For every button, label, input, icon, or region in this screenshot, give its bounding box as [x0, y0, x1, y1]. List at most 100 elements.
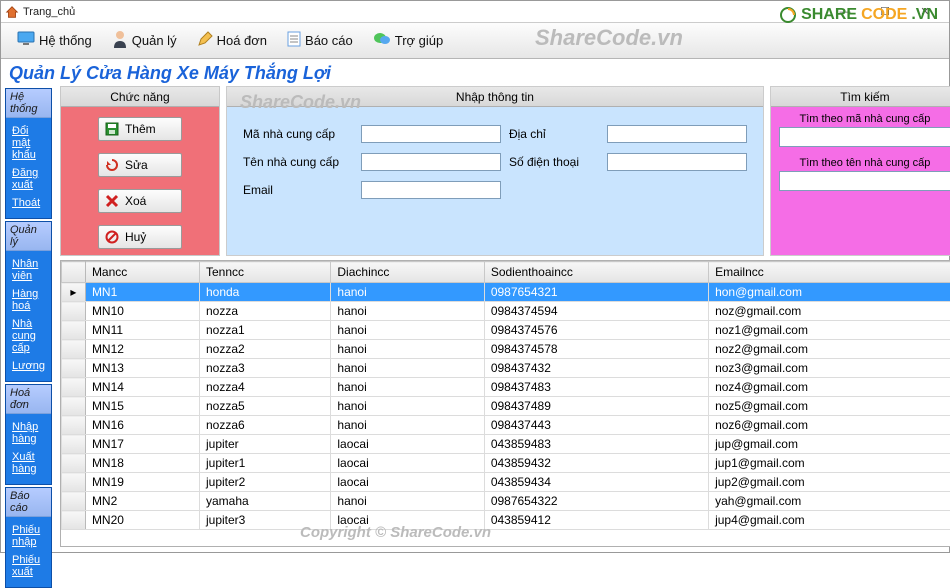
- column-header[interactable]: Mancc: [85, 262, 199, 283]
- cell[interactable]: laocai: [331, 511, 484, 530]
- cell[interactable]: MN18: [85, 454, 199, 473]
- sidebar-link[interactable]: Nhân viên: [12, 255, 45, 285]
- cell[interactable]: nozza5: [199, 397, 330, 416]
- sidebar-link[interactable]: Nhà cung cấp: [12, 315, 45, 357]
- input-diachi[interactable]: [607, 125, 747, 143]
- cell[interactable]: hanoi: [331, 378, 484, 397]
- sidebar-link[interactable]: Thoát: [12, 194, 45, 212]
- cell[interactable]: nozza4: [199, 378, 330, 397]
- thêm-button[interactable]: Thêm: [98, 117, 182, 141]
- row-header[interactable]: [61, 397, 85, 416]
- cell[interactable]: MN17: [85, 435, 199, 454]
- input-sdt[interactable]: [607, 153, 747, 171]
- cell[interactable]: 0984374578: [484, 340, 708, 359]
- cell[interactable]: hanoi: [331, 397, 484, 416]
- cell[interactable]: hanoi: [331, 283, 484, 302]
- cell[interactable]: jupiter: [199, 435, 330, 454]
- cell[interactable]: 098437489: [484, 397, 708, 416]
- cell[interactable]: hanoi: [331, 340, 484, 359]
- row-header[interactable]: [61, 378, 85, 397]
- cell[interactable]: jup2@gmail.com: [709, 473, 950, 492]
- sidebar-link[interactable]: Phiếu nhập: [12, 521, 45, 551]
- cell[interactable]: MN16: [85, 416, 199, 435]
- menu-hethong[interactable]: Hệ thống: [7, 28, 102, 53]
- cell[interactable]: 098437432: [484, 359, 708, 378]
- cell[interactable]: laocai: [331, 454, 484, 473]
- cell[interactable]: 0984374594: [484, 302, 708, 321]
- menu-baocao[interactable]: Báo cáo: [277, 28, 363, 53]
- cell[interactable]: MN11: [85, 321, 199, 340]
- cell[interactable]: 098437483: [484, 378, 708, 397]
- table-row[interactable]: ▸MN1hondahanoi0987654321hon@gmail.com: [61, 283, 950, 302]
- row-header[interactable]: [61, 492, 85, 511]
- table-row[interactable]: MN18jupiter1laocai043859432jup1@gmail.co…: [61, 454, 950, 473]
- table-row[interactable]: MN11nozza1hanoi0984374576noz1@gmail.com: [61, 321, 950, 340]
- cell[interactable]: laocai: [331, 435, 484, 454]
- column-header[interactable]: Sodienthoaincc: [484, 262, 708, 283]
- cell[interactable]: jupiter2: [199, 473, 330, 492]
- cell[interactable]: yah@gmail.com: [709, 492, 950, 511]
- cell[interactable]: nozza6: [199, 416, 330, 435]
- sidebar-link[interactable]: Hàng hoá: [12, 285, 45, 315]
- input-tenncc[interactable]: [361, 153, 501, 171]
- cell[interactable]: nozza2: [199, 340, 330, 359]
- sidebar-link[interactable]: Lương: [12, 357, 45, 375]
- menu-quanly[interactable]: Quản lý: [102, 27, 187, 54]
- row-header[interactable]: [61, 435, 85, 454]
- cell[interactable]: yamaha: [199, 492, 330, 511]
- column-header[interactable]: Emailncc: [709, 262, 950, 283]
- cell[interactable]: nozza: [199, 302, 330, 321]
- cell[interactable]: 098437443: [484, 416, 708, 435]
- row-header[interactable]: [61, 511, 85, 530]
- cell[interactable]: jup4@gmail.com: [709, 511, 950, 530]
- cell[interactable]: MN1: [85, 283, 199, 302]
- table-row[interactable]: MN14nozza4hanoi098437483noz4@gmail.com: [61, 378, 950, 397]
- column-header[interactable]: Diachincc: [331, 262, 484, 283]
- row-header[interactable]: [61, 321, 85, 340]
- input-mancc[interactable]: [361, 125, 501, 143]
- row-header[interactable]: [61, 340, 85, 359]
- cell[interactable]: noz1@gmail.com: [709, 321, 950, 340]
- cell[interactable]: nozza3: [199, 359, 330, 378]
- menu-trogiup[interactable]: Trợ giúp: [363, 28, 454, 53]
- table-row[interactable]: MN19jupiter2laocai043859434jup2@gmail.co…: [61, 473, 950, 492]
- cell[interactable]: jupiter1: [199, 454, 330, 473]
- xoá-button[interactable]: Xoá: [98, 189, 182, 213]
- table-row[interactable]: MN20jupiter3laocai043859412jup4@gmail.co…: [61, 511, 950, 530]
- input-email[interactable]: [361, 181, 501, 199]
- cell[interactable]: MN15: [85, 397, 199, 416]
- table-row[interactable]: MN13nozza3hanoi098437432noz3@gmail.com: [61, 359, 950, 378]
- row-header[interactable]: [61, 416, 85, 435]
- cell[interactable]: noz2@gmail.com: [709, 340, 950, 359]
- cell[interactable]: noz5@gmail.com: [709, 397, 950, 416]
- cell[interactable]: jup1@gmail.com: [709, 454, 950, 473]
- cell[interactable]: 0984374576: [484, 321, 708, 340]
- cell[interactable]: noz6@gmail.com: [709, 416, 950, 435]
- cell[interactable]: hanoi: [331, 416, 484, 435]
- row-header[interactable]: [61, 302, 85, 321]
- cell[interactable]: 043859432: [484, 454, 708, 473]
- input-search-mancc[interactable]: [779, 127, 950, 147]
- cell[interactable]: noz4@gmail.com: [709, 378, 950, 397]
- cell[interactable]: MN12: [85, 340, 199, 359]
- sidebar-link[interactable]: Đăng xuất: [12, 164, 45, 194]
- sidebar-link[interactable]: Phiếu xuất: [12, 551, 45, 581]
- cell[interactable]: noz3@gmail.com: [709, 359, 950, 378]
- cell[interactable]: noz@gmail.com: [709, 302, 950, 321]
- cell[interactable]: laocai: [331, 473, 484, 492]
- table-row[interactable]: MN12nozza2hanoi0984374578noz2@gmail.com: [61, 340, 950, 359]
- cell[interactable]: hanoi: [331, 321, 484, 340]
- cell[interactable]: jup@gmail.com: [709, 435, 950, 454]
- column-header[interactable]: Tenncc: [199, 262, 330, 283]
- cell[interactable]: MN13: [85, 359, 199, 378]
- table-row[interactable]: MN17jupiterlaocai043859483jup@gmail.com: [61, 435, 950, 454]
- cell[interactable]: hanoi: [331, 302, 484, 321]
- cell[interactable]: 0987654322: [484, 492, 708, 511]
- input-search-tenncc[interactable]: [779, 171, 950, 191]
- sửa-button[interactable]: Sửa: [98, 153, 182, 177]
- cell[interactable]: 043859434: [484, 473, 708, 492]
- cell[interactable]: MN20: [85, 511, 199, 530]
- cell[interactable]: MN19: [85, 473, 199, 492]
- table-row[interactable]: MN10nozzahanoi0984374594noz@gmail.com: [61, 302, 950, 321]
- huỷ-button[interactable]: Huỷ: [98, 225, 182, 249]
